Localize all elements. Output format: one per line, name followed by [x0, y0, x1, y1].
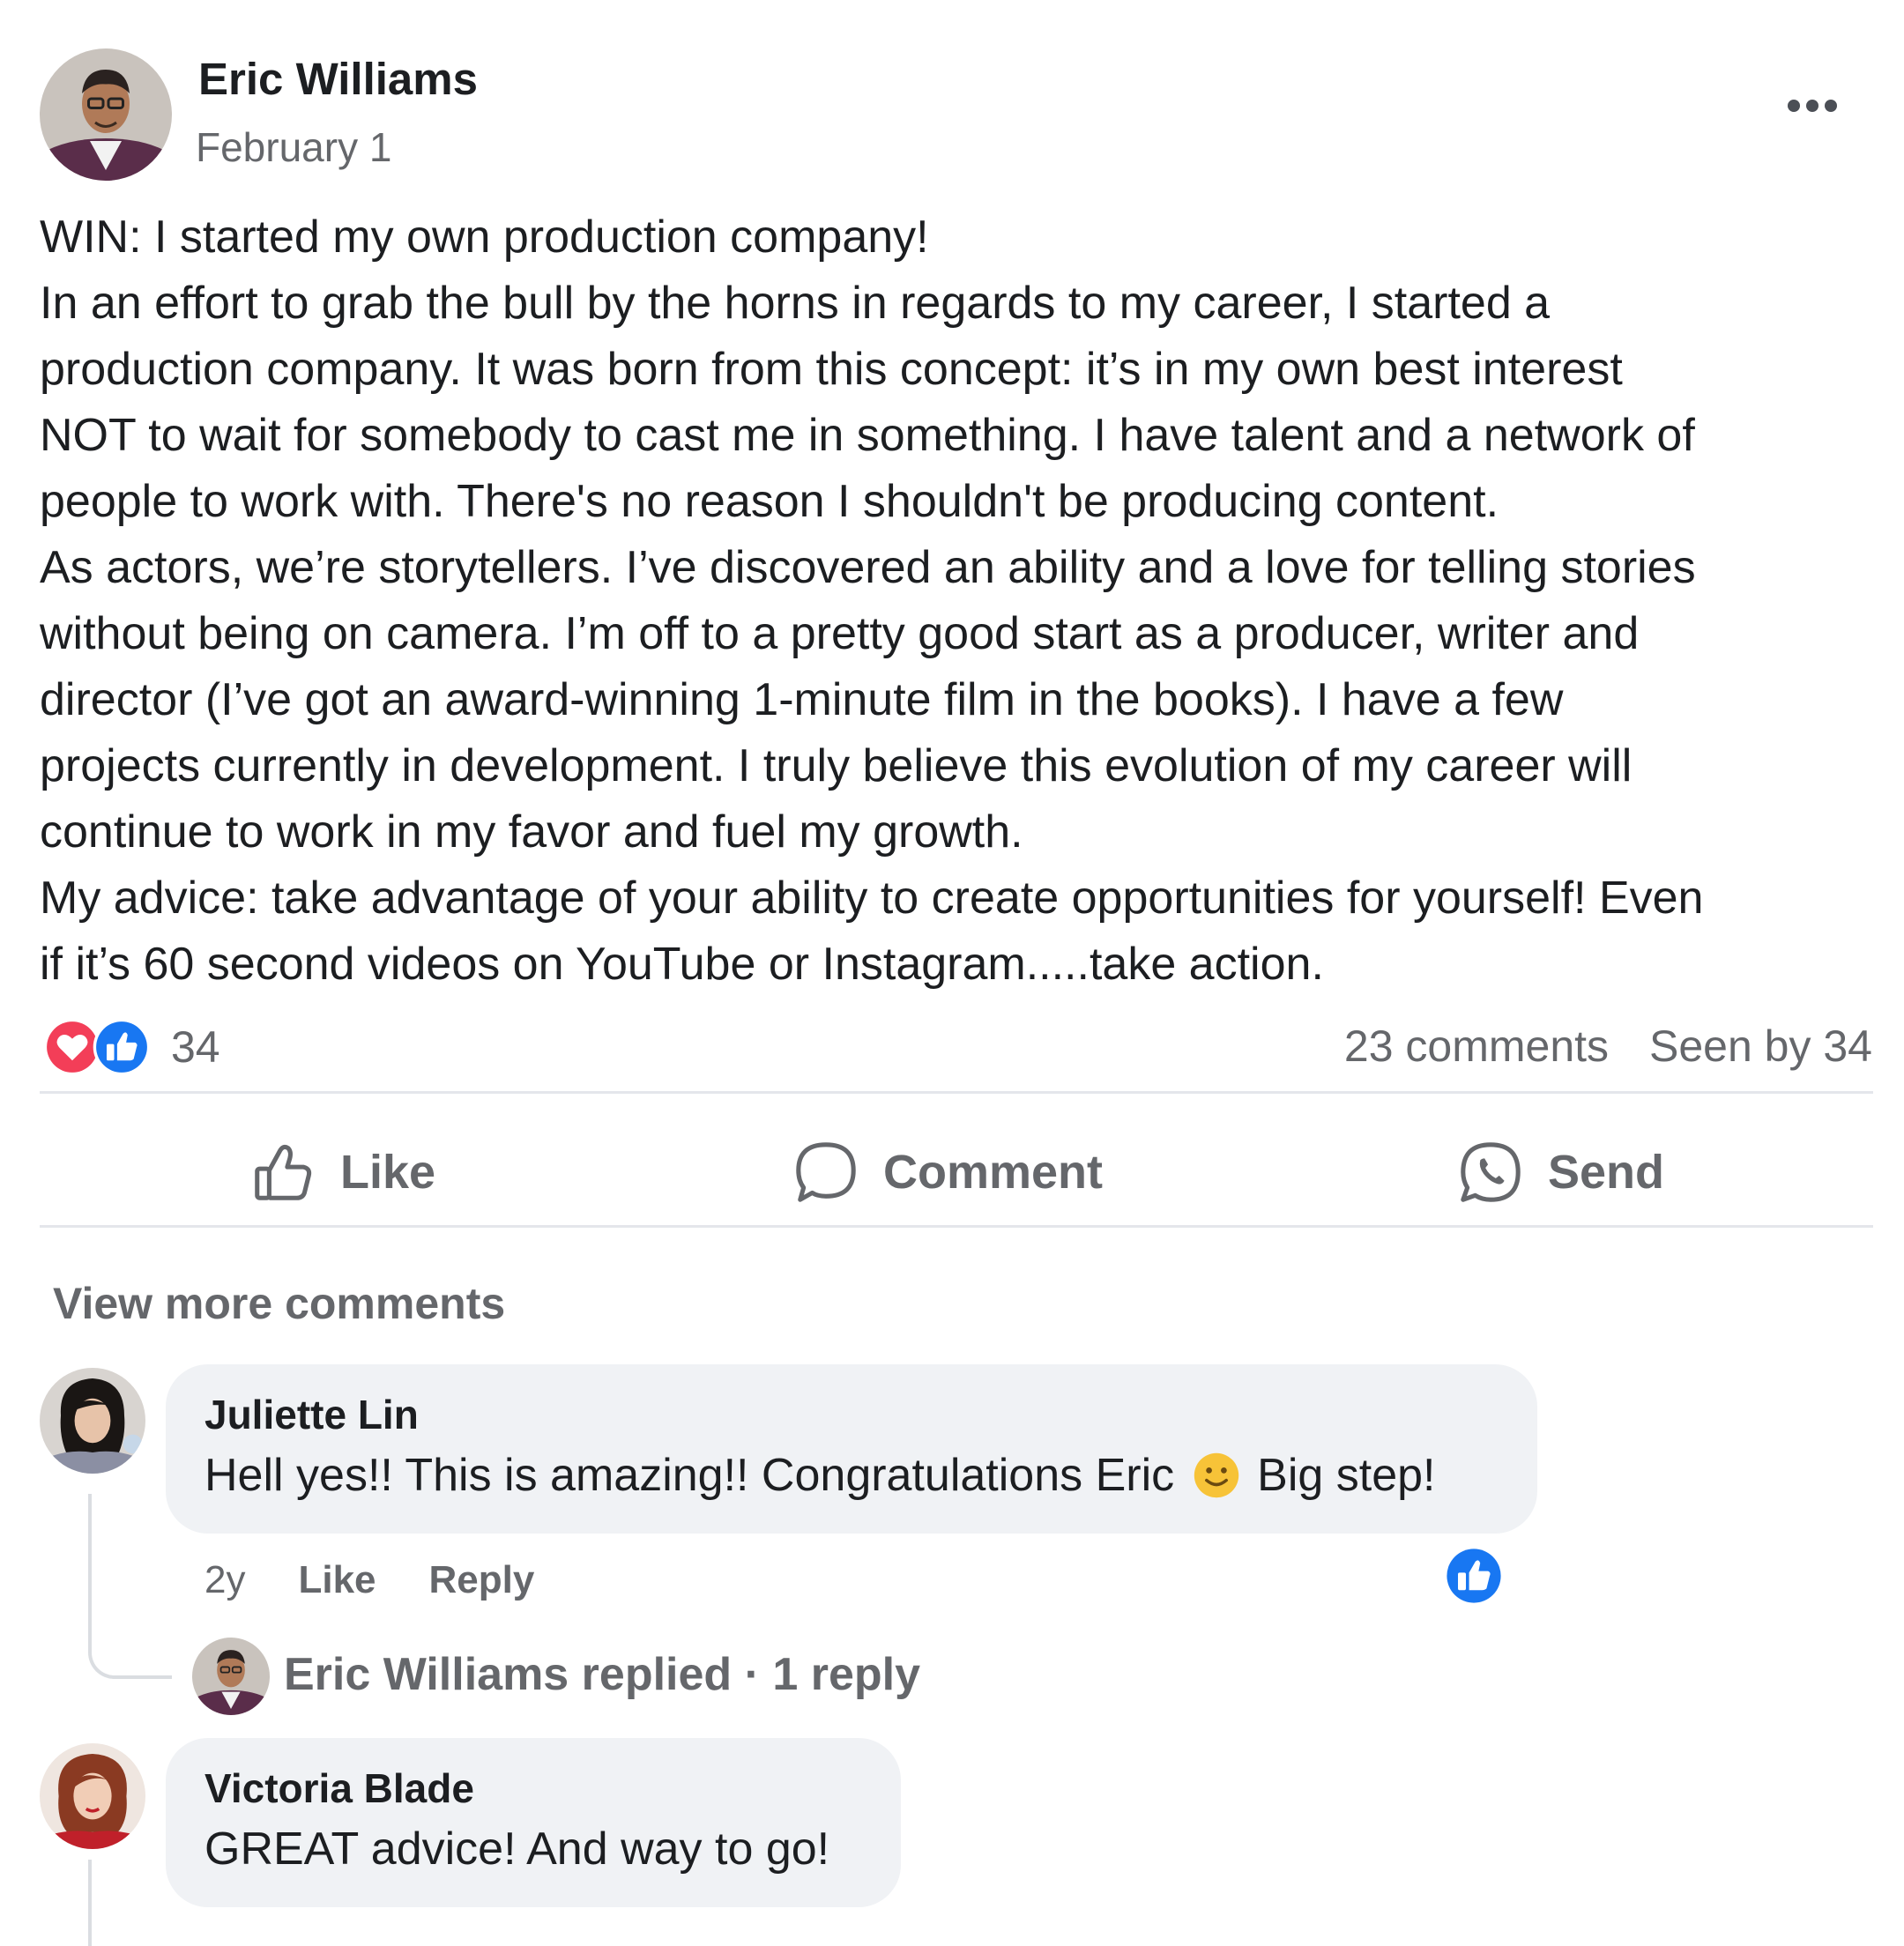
seen-by-link[interactable]: Seen by 34	[1649, 1021, 1872, 1072]
post-text-line: if it’s 60 second videos on YouTube or I…	[40, 939, 1324, 990]
reaction-count: 34	[171, 1022, 220, 1072]
reaction-summary[interactable]: 34	[42, 1015, 220, 1079]
whatsapp-send-icon	[1461, 1142, 1521, 1202]
comment-reply-button[interactable]: Reply	[429, 1558, 535, 1602]
post-date[interactable]: February 1	[196, 123, 391, 171]
view-replies-link[interactable]: Eric Williams replied · 1 reply	[284, 1648, 920, 1701]
comment-bubble: Juliette Lin Hell yes!! This is amazing!…	[166, 1364, 1537, 1534]
post-text-line: without being on camera. I’m off to a pr…	[40, 608, 1640, 659]
author-avatar[interactable]	[40, 48, 172, 181]
post-text-line: projects currently in development. I tru…	[40, 740, 1633, 791]
post-body: WIN: I started my own production company…	[40, 204, 1882, 998]
comment-meta: 2y Like Reply	[205, 1558, 534, 1602]
comment-label: Comment	[883, 1146, 1104, 1199]
reply-thread-line	[88, 1494, 172, 1679]
post-card: Eric Williams February 1 WIN: I started …	[0, 0, 1904, 1946]
like-button[interactable]: Like	[249, 1133, 435, 1212]
post-text-line: production company. It was born from thi…	[40, 344, 1623, 395]
smiley-emoji-icon	[1194, 1452, 1239, 1498]
commenter-avatar[interactable]	[40, 1368, 145, 1474]
more-dots-icon	[1788, 100, 1800, 112]
post-text-line: WIN: I started my own production company…	[40, 212, 929, 263]
commenter-avatar[interactable]	[40, 1743, 145, 1849]
divider	[40, 1091, 1873, 1094]
post-text-line: people to work with. There's no reason I…	[40, 476, 1499, 527]
post-text-line: NOT to wait for somebody to cast me in s…	[40, 410, 1695, 461]
author-name[interactable]: Eric Williams	[198, 53, 478, 105]
comment-bubble: Victoria Blade GREAT advice! And way to …	[166, 1738, 901, 1907]
comment-button[interactable]: Comment	[792, 1133, 1103, 1212]
post-text-line: continue to work in my favor and fuel my…	[40, 806, 1023, 858]
thumbs-up-icon	[255, 1144, 312, 1200]
comment-bubble-icon	[796, 1142, 856, 1202]
post-text-line: director (I’ve got an award-winning 1-mi…	[40, 674, 1564, 725]
post-text-line: My advice: take advantage of your abilit…	[40, 873, 1704, 924]
comment-text: GREAT advice! And way to go!	[205, 1823, 830, 1875]
comment-like-button[interactable]: Like	[298, 1558, 376, 1602]
more-options-button[interactable]	[1781, 81, 1844, 130]
comment-like-reaction-icon[interactable]	[1442, 1544, 1506, 1608]
send-label: Send	[1548, 1146, 1665, 1199]
reply-author-avatar[interactable]	[192, 1638, 270, 1715]
post-text-line: In an effort to grab the bull by the hor…	[40, 278, 1551, 329]
post-text-line: As actors, we’re storytellers. I’ve disc…	[40, 542, 1696, 593]
comment-text: Hell yes!! This is amazing!! Congratulat…	[205, 1450, 1436, 1501]
like-reaction-icon	[93, 1018, 151, 1076]
comment-time[interactable]: 2y	[205, 1558, 245, 1602]
post-stats: 23 comments Seen by 34	[1344, 1021, 1872, 1072]
reply-thread-line	[88, 1860, 92, 1946]
send-button[interactable]: Send	[1456, 1133, 1664, 1212]
commenter-name[interactable]: Victoria Blade	[205, 1761, 862, 1816]
comments-count-link[interactable]: 23 comments	[1344, 1021, 1609, 1072]
view-more-comments-link[interactable]: View more comments	[53, 1278, 505, 1329]
commenter-name[interactable]: Juliette Lin	[205, 1387, 1499, 1442]
like-label: Like	[340, 1146, 436, 1199]
divider	[40, 1225, 1873, 1228]
